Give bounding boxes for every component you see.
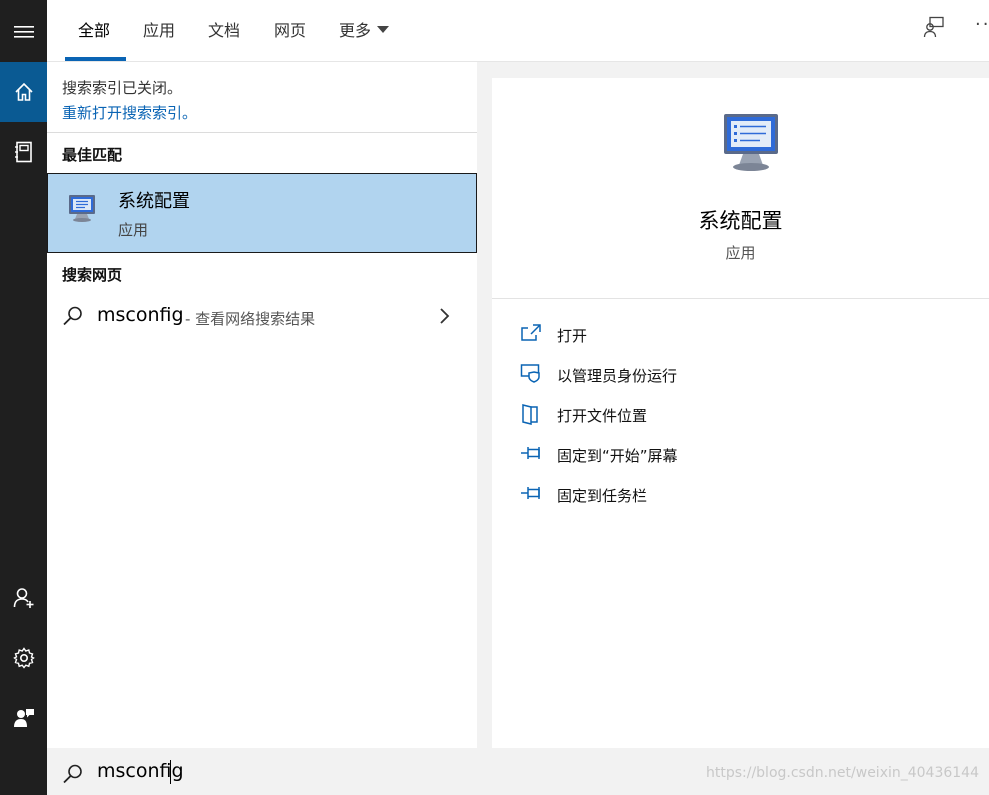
feedback-icon — [923, 16, 944, 38]
action-pin-to-start[interactable]: 固定到“开始”屏幕 — [520, 440, 960, 470]
sidebar — [0, 0, 47, 795]
sidebar-item-notebook[interactable] — [0, 122, 47, 182]
action-open[interactable]: 打开 — [520, 320, 960, 350]
system-config-monitor-icon-large — [724, 114, 778, 171]
chevron-down-icon — [377, 26, 390, 33]
sidebar-item-settings[interactable] — [0, 628, 47, 688]
search-bar: https://blog.csdn.net/weixin_40436144 — [47, 748, 989, 795]
index-disabled-message: 搜索索引已关闭。 — [62, 79, 183, 97]
text-cursor — [170, 760, 171, 784]
detail-title: 系统配置 — [698, 209, 783, 233]
system-config-monitor-icon — [69, 195, 95, 222]
best-match-item[interactable]: 系统配置 应用 — [47, 173, 477, 253]
tab-all[interactable]: 全部 — [78, 17, 110, 41]
divider — [492, 298, 989, 299]
watermark: https://blog.csdn.net/weixin_40436144 — [705, 765, 979, 781]
best-match-subtitle: 应用 — [118, 221, 149, 239]
add-person-icon — [13, 588, 33, 608]
web-search-result[interactable]: msconfig - 查看网络搜索结果 — [47, 294, 477, 338]
action-open-file-location-label: 打开文件位置 — [557, 407, 648, 425]
action-pin-to-taskbar-label: 固定到任务栏 — [557, 487, 648, 505]
action-run-as-admin[interactable]: 以管理员身份运行 — [520, 360, 960, 390]
action-pin-to-taskbar[interactable]: 固定到任务栏 — [520, 480, 960, 510]
run-as-admin-icon — [520, 364, 540, 383]
action-open-label: 打开 — [557, 327, 588, 345]
detail-subtitle: 应用 — [725, 244, 756, 262]
search-icon — [63, 764, 82, 784]
tab-web[interactable]: 网页 — [274, 17, 306, 41]
sidebar-item-add-account[interactable] — [0, 568, 47, 628]
tab-more[interactable]: 更多 — [339, 17, 390, 41]
notebook-icon — [14, 141, 32, 163]
pin-taskbar-icon — [521, 487, 540, 499]
sidebar-item-feedback[interactable] — [0, 688, 47, 748]
feedback-person-icon — [13, 709, 34, 727]
hamburger-menu-button[interactable] — [0, 2, 47, 62]
home-icon — [14, 82, 33, 101]
active-tab-indicator — [65, 57, 126, 61]
divider — [47, 132, 477, 133]
action-run-as-admin-label: 以管理员身份运行 — [557, 367, 678, 385]
feedback-button[interactable] — [923, 16, 945, 42]
reenable-index-link[interactable]: 重新打开搜索索引。 — [62, 102, 197, 123]
pane-gutter — [477, 62, 492, 748]
more-options-button[interactable]: ··· — [975, 14, 989, 35]
filter-tab-bar: 全部 应用 文档 网页 更多 ··· — [47, 0, 989, 62]
results-pane: 搜索索引已关闭。 重新打开搜索索引。 最佳匹配 系统配置 应用 搜索网页 msc… — [47, 62, 477, 748]
tab-more-label: 更多 — [339, 21, 372, 40]
ellipsis-icon: ··· — [975, 14, 989, 35]
action-pin-to-start-label: 固定到“开始”屏幕 — [557, 447, 678, 465]
best-match-header: 最佳匹配 — [62, 146, 123, 164]
best-match-title: 系统配置 — [118, 191, 190, 212]
tab-apps[interactable]: 应用 — [143, 17, 175, 41]
web-search-header: 搜索网页 — [62, 266, 123, 284]
detail-pane: 系统配置 应用 打开 以管理员身份运行 打开文件位置 固定到“开始”屏幕 固定到… — [492, 62, 989, 748]
detail-card: 系统配置 应用 打开 以管理员身份运行 打开文件位置 固定到“开始”屏幕 固定到… — [492, 78, 989, 748]
tab-documents[interactable]: 文档 — [208, 17, 240, 41]
gear-icon — [12, 647, 35, 669]
action-open-file-location[interactable]: 打开文件位置 — [520, 400, 960, 430]
web-search-query: msconfig — [97, 304, 184, 326]
web-search-hint: - 查看网络搜索结果 — [185, 310, 316, 328]
pin-icon — [521, 447, 540, 459]
open-icon — [521, 324, 541, 341]
hamburger-menu-icon — [13, 26, 34, 38]
sidebar-item-home[interactable] — [0, 62, 47, 122]
search-icon — [63, 306, 82, 326]
chevron-right-icon — [440, 308, 450, 324]
file-location-icon — [522, 404, 538, 425]
search-input[interactable] — [97, 760, 297, 782]
